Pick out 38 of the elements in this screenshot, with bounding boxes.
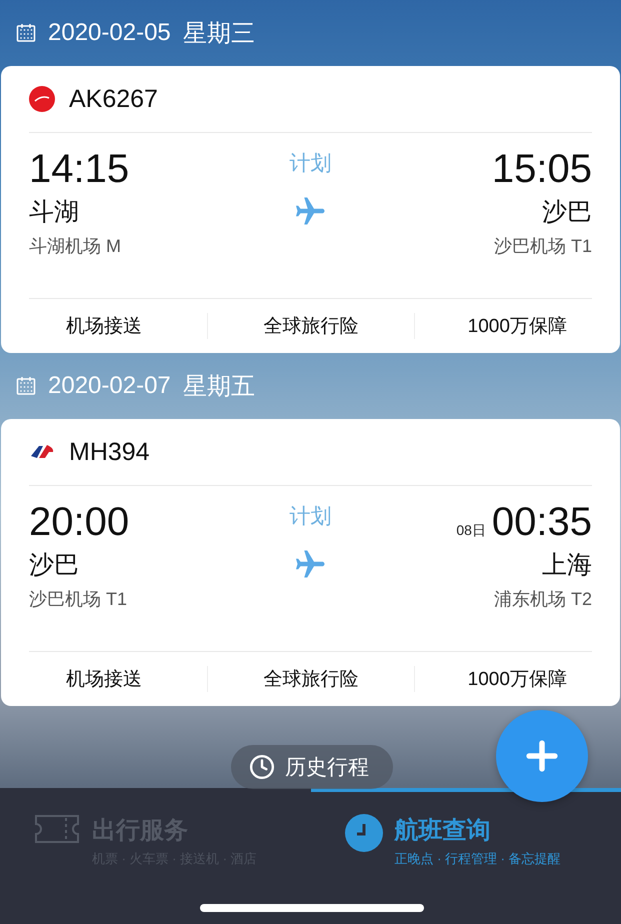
tab-title: 航班查询 [394, 816, 492, 846]
service-link[interactable]: 全球旅行险 [207, 666, 414, 692]
flight-status: 计划 [290, 504, 332, 530]
arrival-city: 上海 [542, 550, 592, 581]
arrival-time: 00:35 [492, 499, 592, 546]
departure-city: 斗湖 [29, 197, 79, 228]
tab-subtitle: 正晚点 · 行程管理 · 备忘提醒 [394, 850, 561, 868]
flight-card[interactable]: AK6267 14:15 斗湖 斗湖机场 M 计划 15:05 沙巴 沙巴机场 T1 机场接送 全球旅行险 1000万保障 [1, 66, 620, 353]
departure-time: 14:15 [29, 146, 130, 193]
clock-icon [249, 754, 275, 780]
flight-number: AK6267 [69, 84, 158, 114]
flight-number: MH394 [69, 438, 150, 466]
weekday: 星期三 [182, 19, 255, 49]
arrival-airport: 浦东机场 T2 [494, 588, 592, 611]
service-link[interactable]: 机场接送 [1, 313, 208, 339]
arrival-time: 15:05 [492, 146, 592, 193]
service-link[interactable]: 1000万保障 [414, 313, 620, 339]
weekday: 星期五 [182, 372, 255, 402]
calendar-icon [16, 376, 36, 396]
service-link[interactable]: 机场接送 [1, 666, 208, 692]
service-link[interactable]: 全球旅行险 [207, 313, 414, 339]
arrival-airport: 沙巴机场 T1 [494, 235, 592, 258]
airline-logo [29, 86, 55, 112]
departure-airport: 斗湖机场 M [29, 235, 121, 258]
flight-card[interactable]: MH394 20:00 沙巴 沙巴机场 T1 计划 08日 00:35 上海 浦东机场 T2 机场接送 全球旅行险 1000万保障 [1, 419, 620, 706]
ticket-icon [34, 814, 80, 844]
trip-date: 2020-02-07 [48, 372, 171, 400]
clock-icon [344, 814, 382, 852]
arrival-day: 08日 [456, 522, 486, 540]
calendar-icon [16, 23, 36, 43]
arrival-city: 沙巴 [542, 197, 592, 228]
history-button[interactable]: 历史行程 [231, 745, 393, 789]
trip-date: 2020-02-05 [48, 19, 171, 47]
flight-status: 计划 [290, 151, 332, 177]
departure-time: 20:00 [29, 499, 130, 546]
departure-city: 沙巴 [29, 550, 79, 581]
service-link[interactable]: 1000万保障 [414, 666, 620, 692]
departure-airport: 沙巴机场 T1 [29, 588, 128, 611]
